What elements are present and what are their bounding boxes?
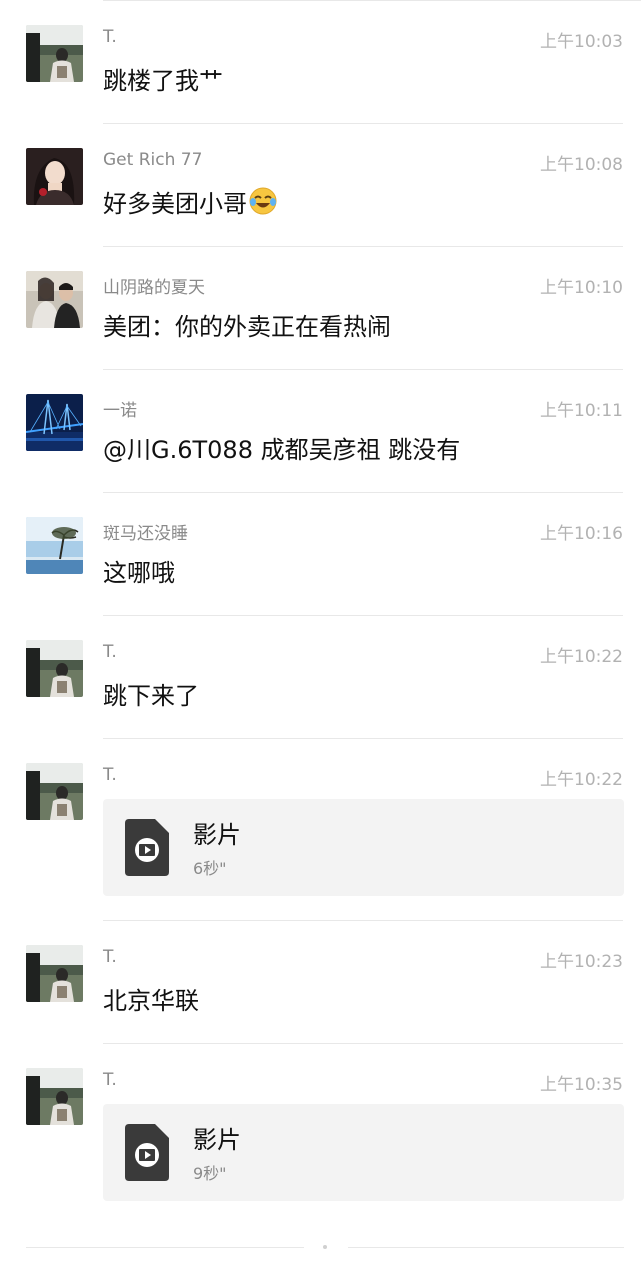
avatar[interactable] — [26, 394, 83, 451]
video-title: 影片 — [193, 821, 241, 849]
divider — [103, 492, 623, 493]
sender-name: Get Rich 77 — [103, 150, 203, 170]
laughing-tears-emoji-icon — [248, 186, 278, 222]
message-time: 上午10:35 — [540, 1075, 623, 1095]
avatar-t-image — [26, 640, 83, 697]
avatar[interactable] — [26, 25, 83, 82]
divider — [103, 615, 623, 616]
divider — [103, 123, 623, 124]
video-attachment-card[interactable]: 影片 9秒" — [103, 1104, 624, 1201]
message-time: 上午10:08 — [540, 155, 623, 175]
message-time: 上午10:23 — [540, 952, 623, 972]
message-time: 上午10:22 — [540, 770, 623, 790]
divider — [103, 246, 623, 247]
avatar-getrich-image — [26, 148, 83, 205]
message-time: 上午10:16 — [540, 524, 623, 544]
avatar[interactable] — [26, 271, 83, 328]
avatar-t-image — [26, 945, 83, 1002]
video-attachment-card[interactable]: 影片 6秒" — [103, 799, 624, 896]
video-duration: 9秒" — [193, 1164, 227, 1183]
footer-divider-right — [348, 1247, 624, 1248]
divider — [103, 920, 623, 921]
avatar[interactable] — [26, 763, 83, 820]
sender-name: 一诺 — [103, 401, 137, 421]
message-time: 上午10:22 — [540, 647, 623, 667]
footer-divider-left — [26, 1247, 304, 1248]
avatar[interactable] — [26, 945, 83, 1002]
sender-name: 山阴路的夏天 — [103, 278, 205, 298]
message-text: @川G.6T088 成都吴彦祖 跳没有 — [103, 436, 461, 464]
video-title: 影片 — [193, 1126, 241, 1154]
message-text: 跳楼了我艹 — [103, 67, 223, 95]
sender-name: 斑马还没睡 — [103, 524, 188, 544]
avatar-t-image — [26, 1068, 83, 1125]
avatar-bridge-image — [26, 394, 83, 451]
message-text: 好多美团小哥 — [103, 184, 278, 222]
message-text: 这哪哦 — [103, 559, 175, 587]
avatar-t-image — [26, 763, 83, 820]
message-text-content: 好多美团小哥 — [103, 190, 247, 218]
sender-name: T. — [103, 642, 117, 662]
sender-name: T. — [103, 1070, 117, 1090]
message-text: 北京华联 — [103, 987, 199, 1015]
message-text: 美团：你的外卖正在看热闹 — [103, 313, 391, 341]
message-time: 上午10:03 — [540, 32, 623, 52]
sender-name: T. — [103, 27, 117, 47]
avatar-tree-image — [26, 517, 83, 574]
footer-dot — [323, 1245, 327, 1249]
message-text: 跳下来了 — [103, 682, 199, 710]
divider — [103, 738, 623, 739]
avatar-couple-image — [26, 271, 83, 328]
avatar[interactable] — [26, 517, 83, 574]
avatar[interactable] — [26, 148, 83, 205]
divider — [103, 1043, 623, 1044]
top-divider — [103, 0, 641, 1]
video-duration: 6秒" — [193, 859, 227, 878]
message-time: 上午10:10 — [540, 278, 623, 298]
avatar-t-image — [26, 25, 83, 82]
sender-name: T. — [103, 765, 117, 785]
video-file-icon — [125, 1124, 169, 1181]
divider — [103, 369, 623, 370]
avatar[interactable] — [26, 1068, 83, 1125]
video-file-icon — [125, 819, 169, 876]
message-time: 上午10:11 — [540, 401, 623, 421]
sender-name: T. — [103, 947, 117, 967]
avatar[interactable] — [26, 640, 83, 697]
